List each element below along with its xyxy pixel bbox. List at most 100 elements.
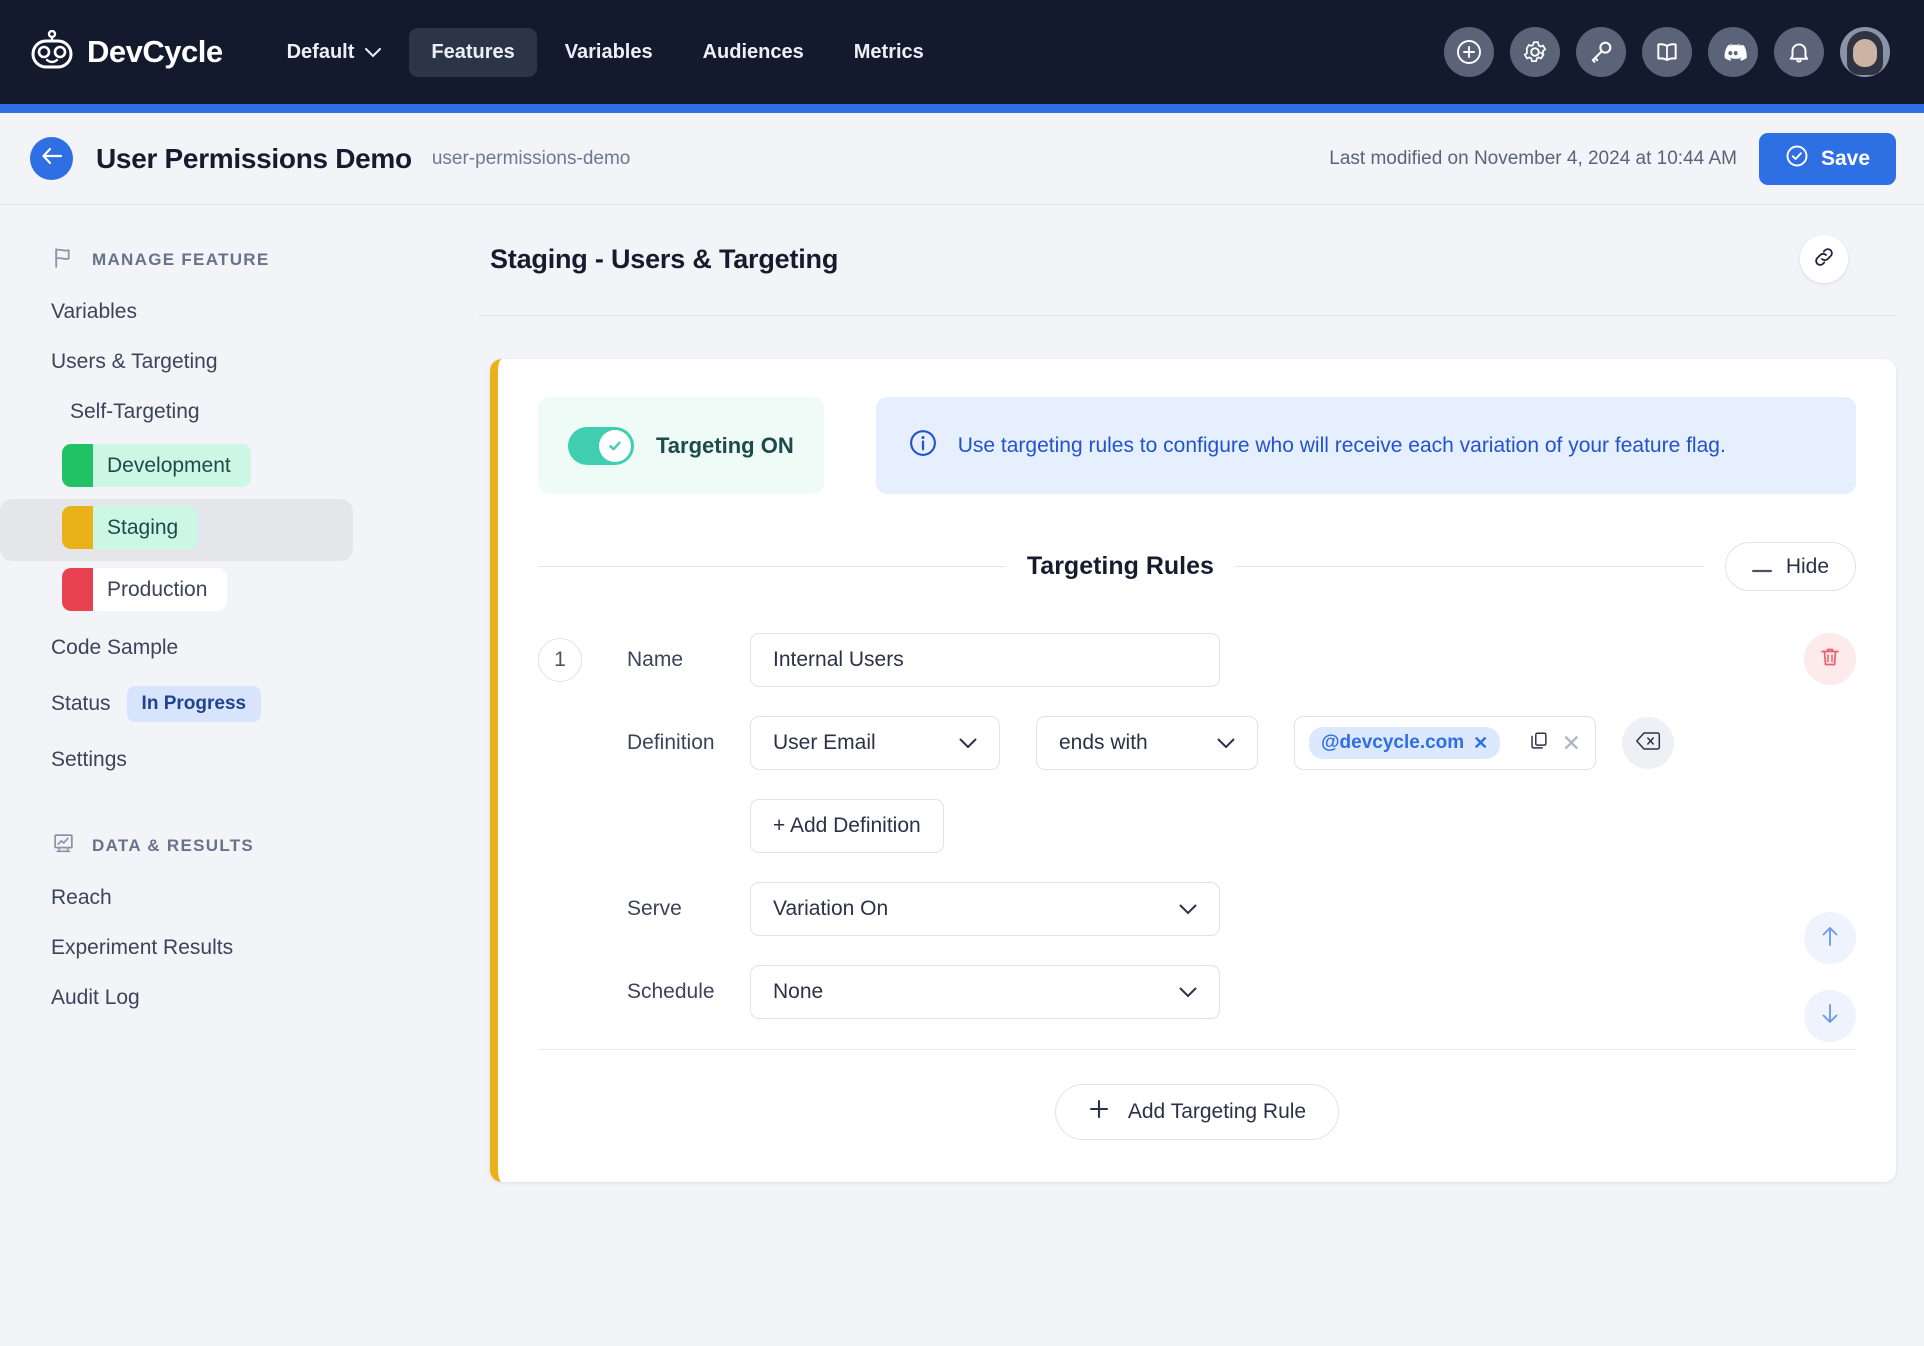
definition-values-input[interactable]: @devcycle.com ✕ ✕: [1294, 716, 1596, 770]
targeting-rule: 1 Name Internal Users Definition User Em…: [538, 633, 1856, 1140]
copy-icon[interactable]: [1528, 730, 1550, 757]
sidebar-item-variables[interactable]: Variables: [0, 287, 478, 337]
nav-action-icons: [1444, 27, 1890, 77]
definition-property-select[interactable]: User Email: [750, 716, 1000, 770]
rule-schedule-select[interactable]: None: [750, 965, 1220, 1019]
move-rule-down-button[interactable]: [1804, 990, 1856, 1042]
sidebar-item-experiment-results[interactable]: Experiment Results: [0, 923, 478, 973]
nav-tab-variables[interactable]: Variables: [543, 28, 675, 77]
discord-icon-button[interactable]: [1708, 27, 1758, 77]
minus-icon: [1751, 555, 1772, 579]
bell-icon-button[interactable]: [1774, 27, 1824, 77]
main-content: Staging - Users & Targeting Targeting ON…: [478, 205, 1924, 1345]
trash-icon: [1818, 645, 1842, 674]
save-button-label: Save: [1820, 146, 1870, 170]
rule-name-input[interactable]: Internal Users: [750, 633, 1220, 687]
info-banner: Use targeting rules to configure who wil…: [875, 397, 1856, 494]
accent-strip: [0, 104, 1924, 113]
save-button[interactable]: Save: [1758, 132, 1896, 185]
sidebar-item-production[interactable]: Production: [0, 561, 478, 623]
status-badge[interactable]: In Progress: [126, 686, 262, 722]
chevron-down-icon: [1179, 897, 1197, 921]
environment-label-production: Production: [107, 578, 208, 601]
rule-definition-label: Definition: [627, 731, 715, 754]
key-icon-button[interactable]: [1576, 27, 1626, 77]
chevron-down-icon: [1217, 731, 1235, 755]
nav-tab-features[interactable]: Features: [409, 27, 537, 77]
targeting-toggle-label: Targeting ON: [656, 432, 794, 458]
page-header-actions: Last modified on November 4, 2024 at 10:…: [1329, 132, 1896, 185]
definition-values-actions: ✕: [1528, 730, 1581, 757]
hide-rules-button[interactable]: Hide: [1724, 542, 1857, 591]
targeting-card-wrapper: Targeting ON Use targeting rules to conf…: [478, 316, 1924, 1182]
rule-schedule-label: Schedule: [627, 980, 715, 1003]
divider-left: [538, 566, 1005, 567]
definition-comparator-value: ends with: [1059, 731, 1148, 754]
environment-label-staging: Staging: [107, 516, 179, 539]
rule-serve-select[interactable]: Variation On: [750, 882, 1220, 936]
avatar-face: [1853, 39, 1877, 67]
rule-definition-row: Definition User Email ends with @devcycl…: [538, 716, 1856, 770]
sidebar-section-data-results: DATA & RESULTS: [0, 819, 478, 873]
nav-tab-audiences[interactable]: Audiences: [681, 28, 826, 77]
move-rule-up-button[interactable]: [1804, 912, 1856, 964]
environment-label-development: Development: [107, 454, 231, 477]
delete-rule-button[interactable]: [1804, 633, 1856, 685]
avatar[interactable]: [1840, 27, 1890, 77]
rule-schedule-value: None: [773, 980, 824, 1003]
chevron-down-icon: [365, 41, 382, 64]
clear-definition-values-button[interactable]: [1622, 717, 1674, 769]
book-icon-button[interactable]: [1642, 27, 1692, 77]
brand-name: DevCycle: [87, 34, 223, 69]
nav-tab-metrics[interactable]: Metrics: [832, 28, 946, 77]
definition-value-chip[interactable]: @devcycle.com ✕: [1309, 727, 1501, 759]
plus-circle-icon-button[interactable]: [1444, 27, 1494, 77]
sidebar-item-development[interactable]: Development: [0, 437, 478, 499]
definition-comparator-select[interactable]: ends with: [1036, 716, 1258, 770]
targeting-toggle-box[interactable]: Targeting ON: [538, 397, 824, 494]
targeting-toggle[interactable]: [568, 426, 634, 465]
definition-property-value: User Email: [773, 731, 876, 754]
rule-number: 1: [538, 638, 582, 682]
sidebar-item-self-targeting[interactable]: Self-Targeting: [0, 387, 478, 437]
sidebar-item-code-sample[interactable]: Code Sample: [0, 623, 478, 673]
sidebar-section-label: DATA & RESULTS: [92, 836, 255, 855]
divider-right: [1235, 566, 1703, 567]
sidebar-item-audit-log[interactable]: Audit Log: [0, 973, 478, 1023]
sidebar-status-row: Status In Progress: [0, 673, 478, 735]
clear-values-icon[interactable]: ✕: [1562, 730, 1581, 757]
targeting-rules-header: Targeting Rules Hide: [538, 542, 1857, 591]
toggle-knob: [599, 429, 631, 462]
add-targeting-rule-button[interactable]: Add Targeting Rule: [1054, 1084, 1340, 1140]
close-icon[interactable]: ✕: [1473, 733, 1488, 754]
chevron-down-icon: [959, 731, 977, 755]
sidebar-item-staging[interactable]: Staging: [0, 499, 353, 561]
arrow-down-icon: [1819, 1002, 1841, 1031]
sidebar-item-settings[interactable]: Settings: [0, 735, 478, 785]
project-selector-label: Default: [286, 40, 355, 63]
rule-serve-value: Variation On: [773, 897, 889, 920]
feature-key: user-permissions-demo: [431, 147, 631, 169]
definition-value-chip-label: @devcycle.com: [1321, 732, 1465, 753]
environment-color-swatch-production: [62, 568, 93, 611]
back-button[interactable]: [30, 137, 73, 180]
add-definition-button[interactable]: + Add Definition: [750, 799, 944, 853]
status-label: Status: [51, 692, 111, 715]
sidebar-section-label: MANAGE FEATURE: [92, 250, 270, 269]
targeting-top-row: Targeting ON Use targeting rules to conf…: [538, 397, 1856, 494]
rule-name-row: 1 Name Internal Users: [538, 633, 1856, 687]
gear-icon-button[interactable]: [1510, 27, 1560, 77]
copy-link-button[interactable]: [1800, 235, 1848, 283]
sidebar-item-users-targeting[interactable]: Users & Targeting: [0, 337, 478, 387]
add-rule-footer: Add Targeting Rule: [538, 1049, 1856, 1140]
link-chain-icon: [1812, 245, 1836, 274]
rule-schedule-row: Schedule None: [538, 965, 1856, 1019]
page-header: User Permissions Demo user-permissions-d…: [0, 113, 1924, 205]
brand-logo[interactable]: DevCycle: [30, 29, 223, 75]
rule-reorder-buttons: [1804, 912, 1856, 1068]
sidebar-item-reach[interactable]: Reach: [0, 873, 478, 923]
project-selector[interactable]: Default: [265, 28, 404, 77]
info-banner-text: Use targeting rules to configure who wil…: [957, 433, 1726, 457]
devcycle-robot-logo-icon: [30, 29, 74, 75]
sidebar-divider-space: [0, 785, 478, 819]
